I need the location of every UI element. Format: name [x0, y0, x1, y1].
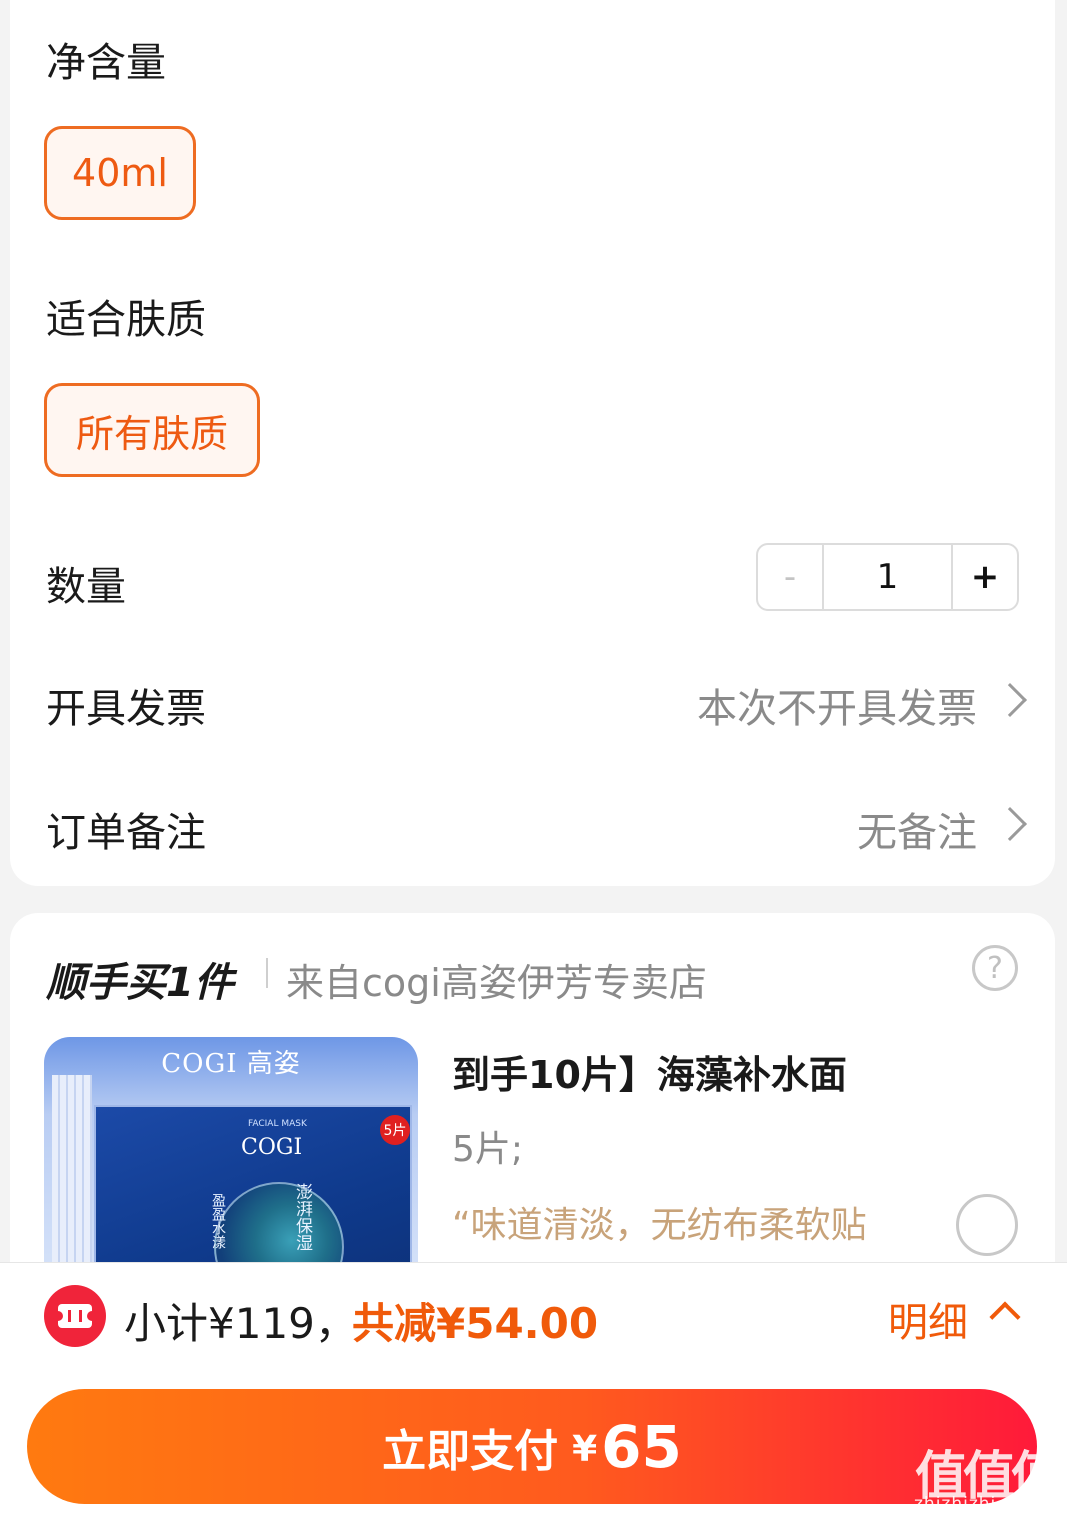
discount-text: 共减¥54.00 — [352, 1299, 599, 1348]
product-image-logo: COGI — [241, 1135, 303, 1160]
addon-title: 顺手买1件 — [46, 960, 234, 1006]
pay-now-label: 立即支付 — [382, 1425, 559, 1477]
addon-product-image[interactable]: COGI 高姿 FACIAL MASK COGI 5片 盈盈水漾 澎湃保湿 — [44, 1037, 418, 1297]
quantity-title: 数量 — [46, 564, 126, 610]
addon-store-name[interactable]: 来自cogi高姿伊芳专卖店 — [286, 952, 707, 1007]
divider — [266, 958, 268, 988]
help-icon[interactable]: ? — [972, 945, 1018, 991]
detail-button[interactable]: 明细 — [888, 1290, 968, 1348]
coupon-icon — [44, 1285, 106, 1347]
invoice-value[interactable]: 本次不开具发票 — [697, 676, 977, 734]
quantity-stepper: - 1 + — [756, 543, 1019, 611]
quantity-input[interactable]: 1 — [824, 545, 951, 609]
addon-product-review: “味道清淡，无纺布柔软贴 — [452, 1205, 867, 1246]
remark-value[interactable]: 无备注 — [857, 800, 977, 858]
product-image-cn2: 澎湃保湿 — [292, 1183, 312, 1251]
pay-currency: ¥ — [572, 1429, 598, 1470]
product-image-badge: 5片 — [380, 1115, 410, 1145]
net-content-title: 净含量 — [46, 40, 166, 86]
quantity-increase-button[interactable]: + — [951, 545, 1017, 609]
product-image-cn1: 盈盈水漾 — [210, 1193, 226, 1249]
skin-type-option-all[interactable]: 所有肤质 — [44, 383, 260, 477]
net-content-option-40ml[interactable]: 40ml — [44, 126, 196, 220]
skin-type-title: 适合肤质 — [46, 297, 206, 343]
subtotal-text: 小计¥119， — [124, 1299, 357, 1348]
pay-now-button[interactable]: 立即支付 ¥ 65 — [27, 1389, 1037, 1504]
invoice-title: 开具发票 — [46, 686, 206, 732]
remark-title: 订单备注 — [46, 810, 206, 856]
product-image-sub: FACIAL MASK — [248, 1119, 307, 1129]
pay-amount: 65 — [601, 1412, 682, 1481]
quantity-decrease-button[interactable]: - — [758, 545, 824, 609]
product-image-brand: COGI 高姿 — [161, 1049, 301, 1079]
addon-product-name[interactable]: 到手10片】海藻补水面 — [452, 1044, 847, 1099]
watermark-site: zhizhizhi.com — [914, 1494, 1042, 1514]
addon-product-spec: 5片; — [452, 1129, 524, 1170]
addon-select-radio[interactable] — [956, 1194, 1018, 1256]
